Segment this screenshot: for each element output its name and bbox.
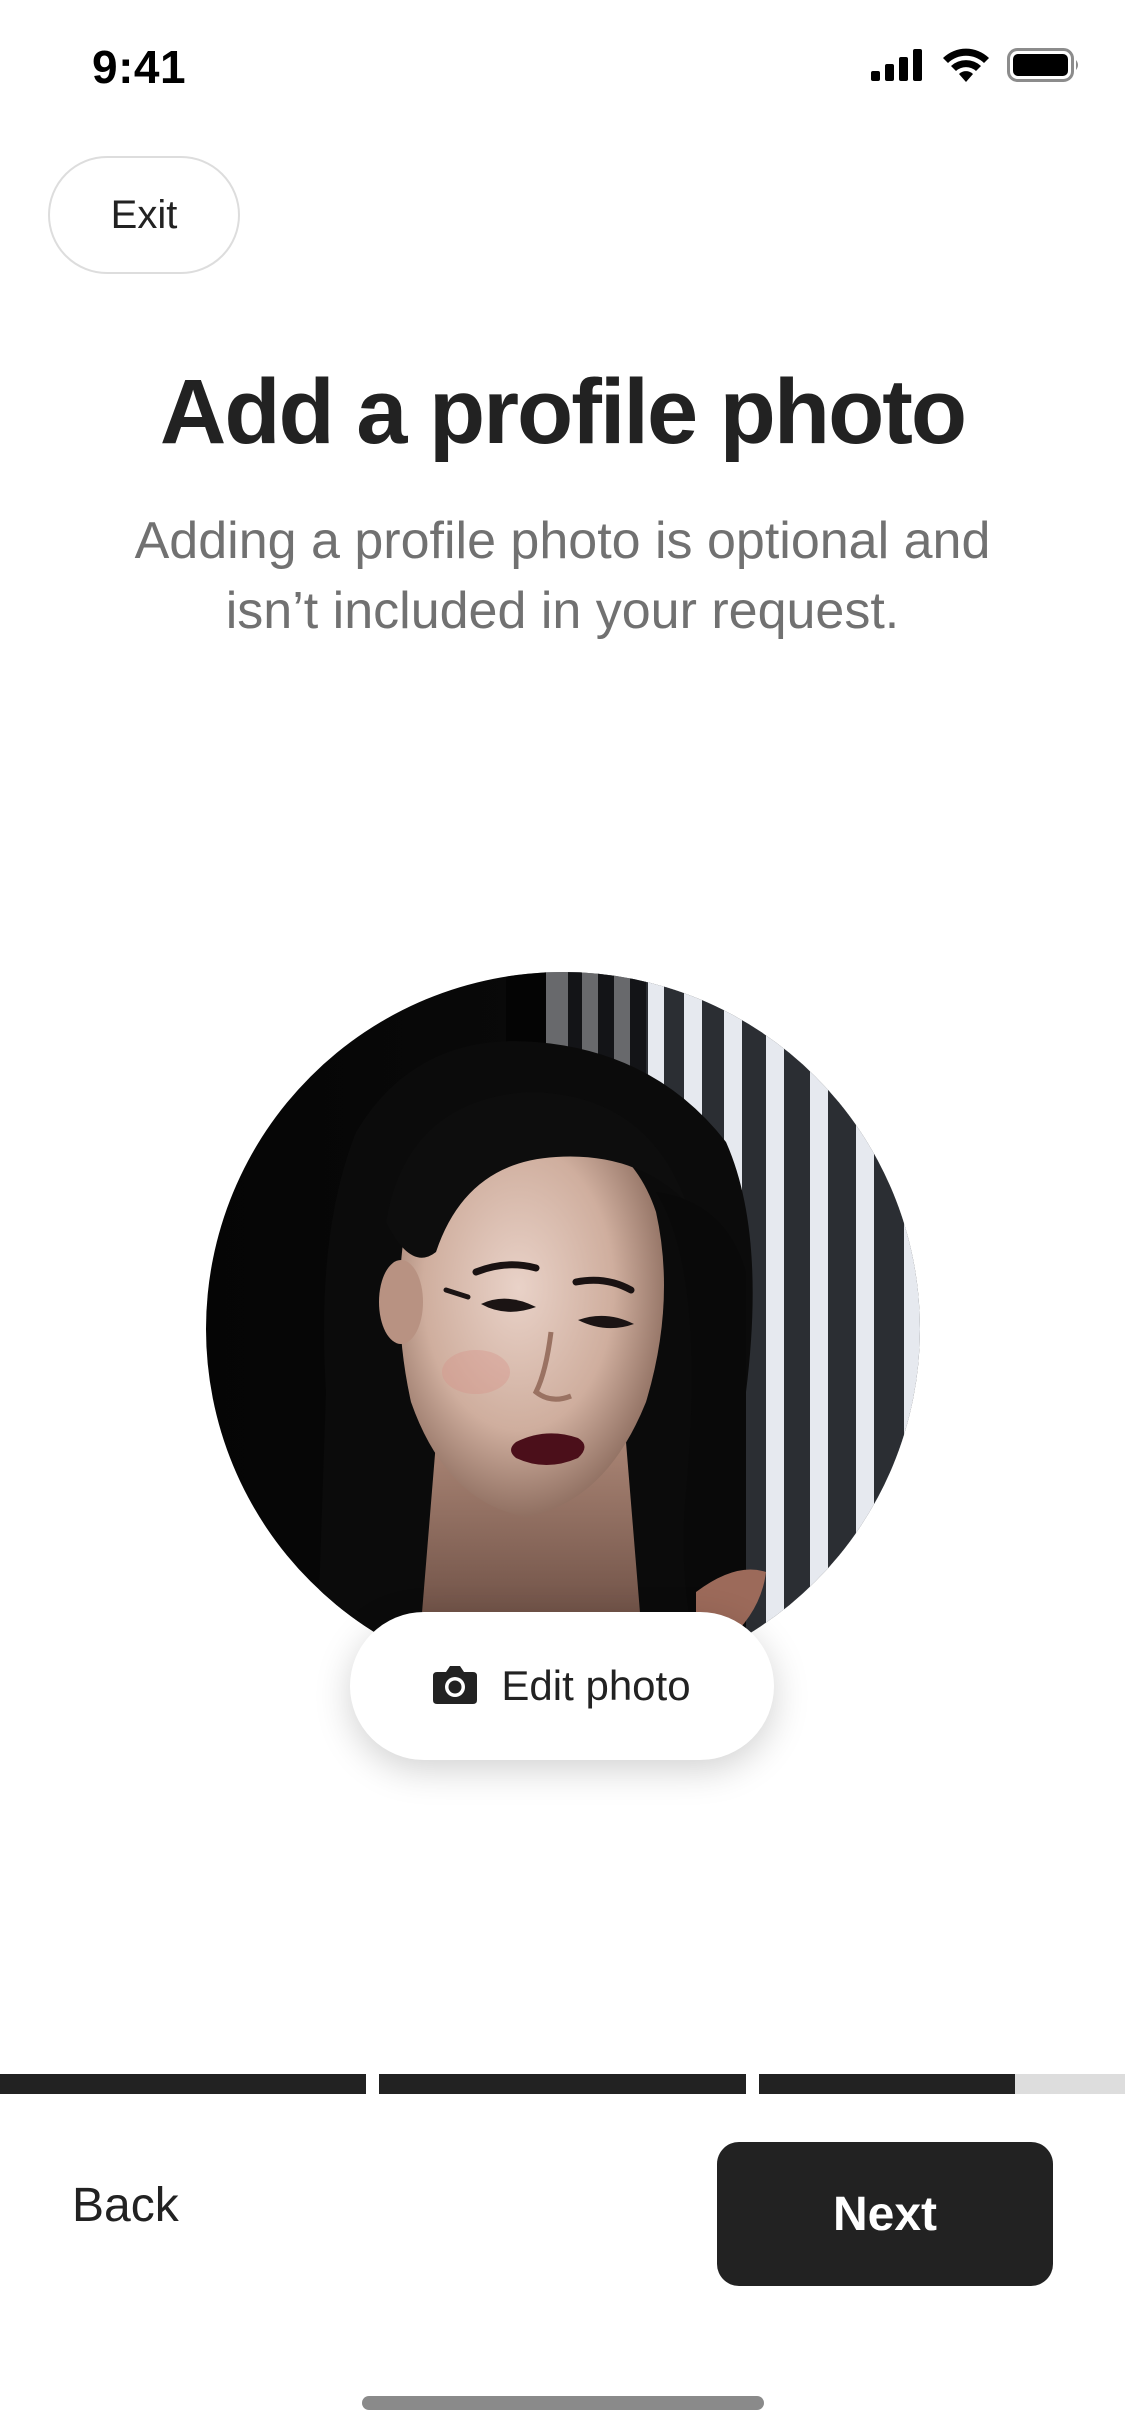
- next-button[interactable]: Next: [717, 2142, 1053, 2286]
- edit-photo-label: Edit photo: [501, 1662, 691, 1709]
- progress-fill: [759, 2074, 1016, 2094]
- status-icons: [871, 48, 1081, 87]
- profile-photo: [206, 972, 920, 1686]
- progress-fill: [0, 2074, 366, 2094]
- progress-segment: [379, 2074, 746, 2094]
- wifi-icon: [943, 48, 989, 87]
- progress-segment: [0, 2074, 366, 2094]
- progress-bar: [0, 2074, 1125, 2094]
- home-indicator: [362, 2396, 764, 2410]
- progress-segment: [759, 2074, 1125, 2094]
- back-button[interactable]: Back: [72, 2178, 179, 2233]
- exit-button[interactable]: Exit: [48, 156, 240, 274]
- progress-fill: [379, 2074, 746, 2094]
- camera-icon: [433, 1664, 478, 1709]
- page-subtitle: Adding a profile photo is optional and i…: [134, 512, 991, 640]
- page-title: Add a profile photo: [159, 361, 967, 463]
- status-time: 9:41: [92, 41, 187, 93]
- cellular-signal-icon: [871, 49, 925, 86]
- status-bar: 9:41: [0, 0, 1125, 132]
- battery-icon: [1007, 48, 1081, 87]
- edit-photo-button[interactable]: Edit photo: [350, 1612, 774, 1760]
